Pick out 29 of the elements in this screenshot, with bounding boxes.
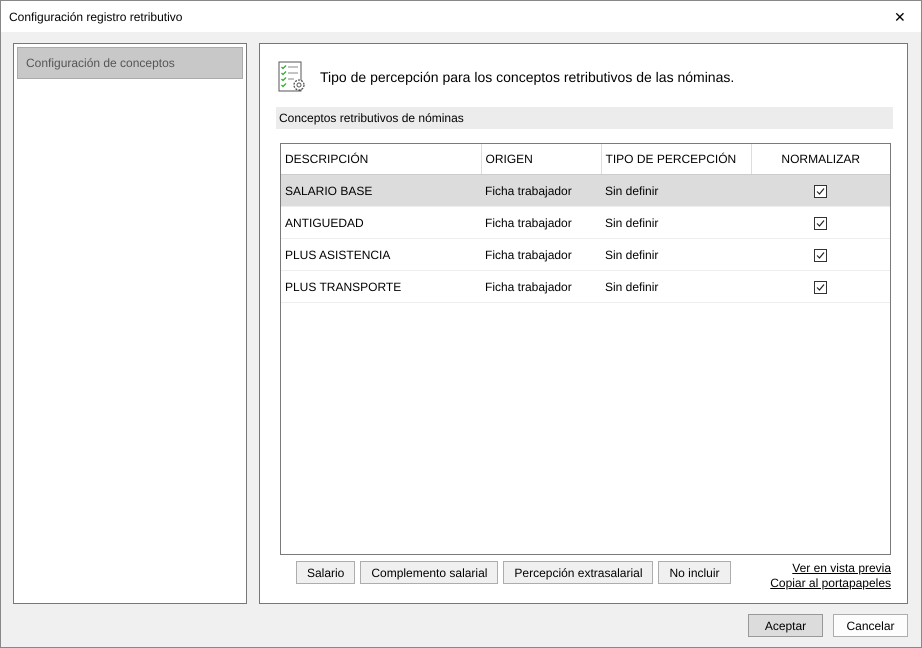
table-cell: Ficha trabajador [481,174,601,206]
cancel-button[interactable]: Cancelar [833,614,908,637]
table-cell: Sin definir [601,206,751,238]
type-button[interactable]: Complemento salarial [360,561,498,584]
type-button[interactable]: Percepción extrasalarial [503,561,654,584]
table-cell: Sin definir [601,174,751,206]
table-cell: PLUS ASISTENCIA [281,238,481,270]
table-cell: Ficha trabajador [481,238,601,270]
header-text: Tipo de percepción para los conceptos retributivos de las nóminas. [320,69,734,85]
checkbox[interactable] [814,280,827,294]
accept-button[interactable]: Aceptar [748,614,823,637]
table-cell: Ficha trabajador [481,270,601,302]
type-button[interactable]: Salario [296,561,356,584]
type-button[interactable]: No incluir [658,561,730,584]
close-button[interactable]: ✕ [885,8,915,24]
checkbox[interactable] [814,248,827,262]
checkbox[interactable] [814,184,827,198]
link[interactable]: Copiar al portapapeles [770,576,891,590]
table-cell: SALARIO BASE [281,174,481,206]
table-cell: Sin definir [601,238,751,270]
table-cell: Ficha trabajador [481,206,601,238]
sidebar-item[interactable]: Configuración de conceptos [17,47,243,79]
table-cell: PLUS TRANSPORTE [281,270,481,302]
table-cell: Sin definir [601,270,751,302]
window-title: Configuración registro retributivo [9,10,182,24]
table-cell: ANTIGUEDAD [281,206,481,238]
link[interactable]: Ver en vista previa [792,561,891,575]
section-title: Conceptos retributivos de nóminas [279,111,464,125]
checkbox[interactable] [814,216,827,230]
